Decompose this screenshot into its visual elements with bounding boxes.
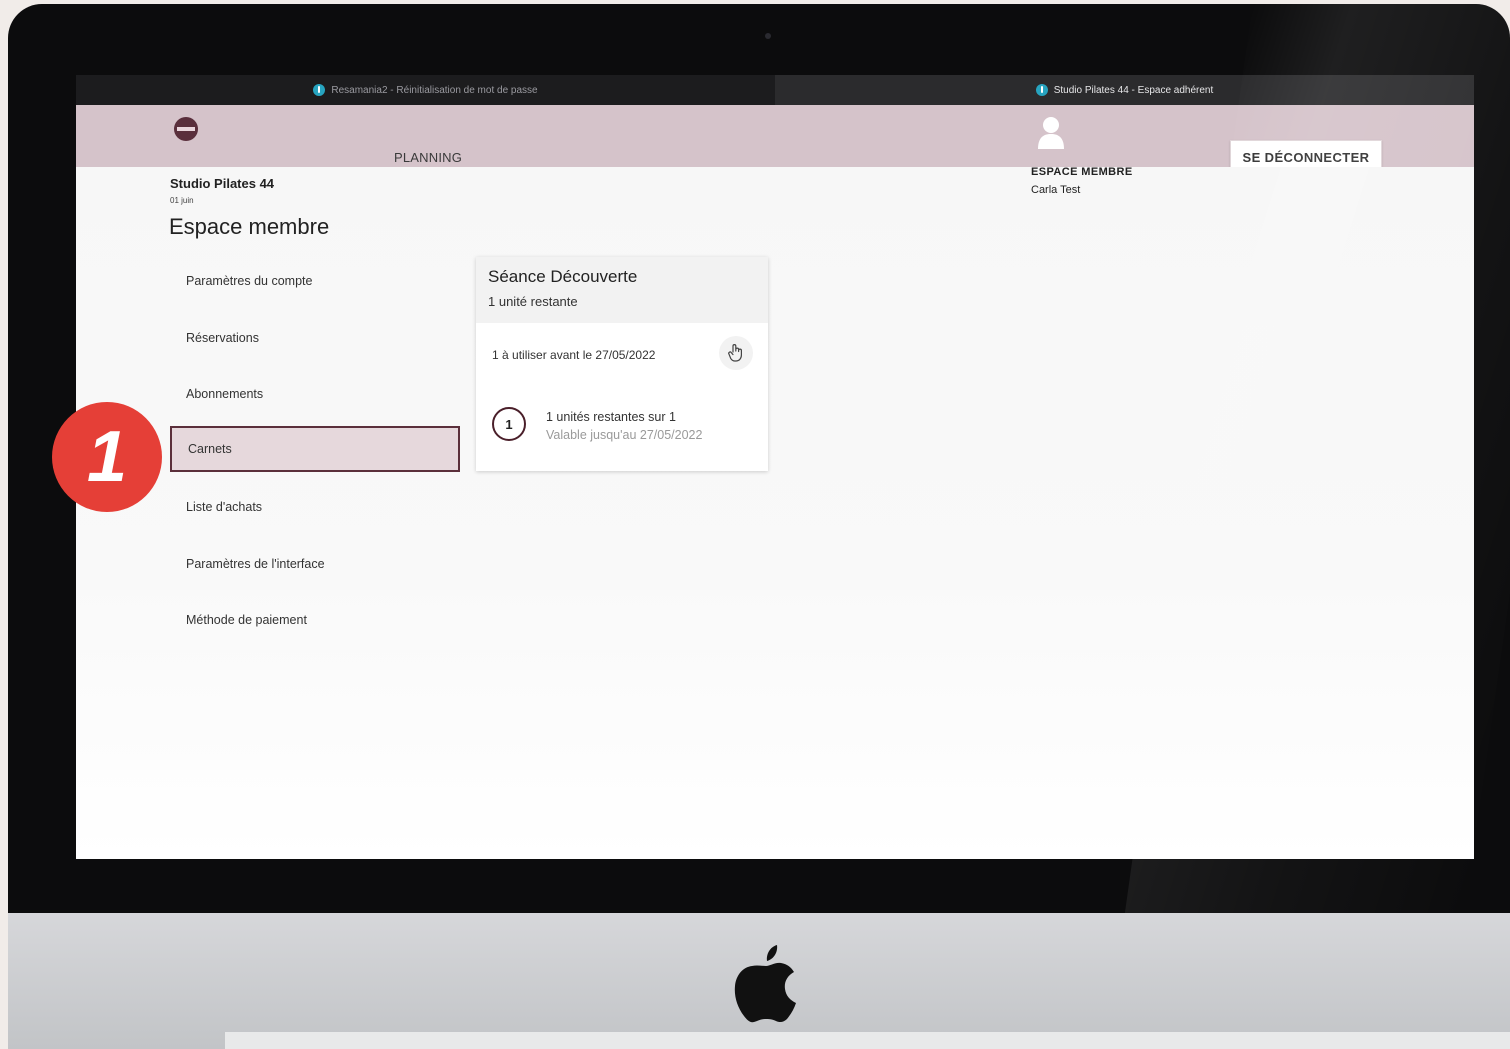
card-title: Séance Découverte bbox=[488, 267, 638, 286]
browser-tab-member-area[interactable]: Studio Pilates 44 - Espace adhérent bbox=[775, 75, 1474, 105]
pointing-hand-icon bbox=[728, 344, 742, 362]
sidebar-item-carnets[interactable]: Carnets bbox=[170, 426, 460, 472]
carnet-card: Séance Découverte 1 unité restante 1 à u… bbox=[476, 257, 768, 471]
browser-tab-reset-password[interactable]: Resamania2 - Réinitialisation de mot de … bbox=[76, 75, 775, 105]
screen: Resamania2 - Réinitialisation de mot de … bbox=[76, 75, 1474, 859]
sidebar-item-account-settings[interactable]: Paramètres du compte bbox=[170, 258, 460, 304]
user-avatar-icon[interactable] bbox=[1036, 115, 1066, 149]
book-session-button[interactable] bbox=[719, 336, 753, 370]
member-area-label: ESPACE MEMBRE bbox=[1031, 166, 1133, 178]
sidebar-item-reservations[interactable]: Réservations bbox=[170, 315, 460, 361]
app-header: PLANNING SE DÉCONNECTER bbox=[76, 105, 1474, 174]
remaining-count-circle: 1 bbox=[492, 407, 526, 441]
nav-planning[interactable]: PLANNING bbox=[394, 150, 462, 165]
studio-name: Studio Pilates 44 bbox=[170, 176, 275, 191]
card-deadline: 1 à utiliser avant le 27/05/2022 bbox=[492, 348, 656, 362]
apple-logo-icon bbox=[734, 945, 796, 1023]
studio-date: 01 juin bbox=[170, 196, 194, 205]
sidebar-item-interface-settings[interactable]: Paramètres de l'interface bbox=[170, 541, 460, 587]
tab-label: Resamania2 - Réinitialisation de mot de … bbox=[331, 84, 538, 96]
resamania-favicon-icon bbox=[313, 84, 326, 96]
desk-surface bbox=[225, 1032, 1510, 1049]
units-remaining-text: 1 unités restantes sur 1 bbox=[546, 410, 676, 424]
user-name: Carla Test bbox=[1031, 184, 1081, 196]
main-content: Studio Pilates 44 01 juin Espace membre … bbox=[76, 166, 1474, 859]
card-header: Séance Découverte 1 unité restante bbox=[476, 257, 768, 323]
card-subtitle: 1 unité restante bbox=[488, 294, 578, 309]
studio-logo[interactable] bbox=[174, 117, 198, 141]
page-title: Espace membre bbox=[169, 214, 330, 239]
resamania-favicon-icon bbox=[1035, 84, 1048, 96]
sidebar-item-purchase-list[interactable]: Liste d'achats bbox=[170, 484, 460, 530]
sidebar-item-payment-method[interactable]: Méthode de paiement bbox=[170, 597, 460, 643]
validity-text: Valable jusqu'au 27/05/2022 bbox=[546, 428, 703, 442]
browser-tab-bar: Resamania2 - Réinitialisation de mot de … bbox=[76, 75, 1474, 105]
step-number-badge: 1 bbox=[52, 402, 162, 512]
imac-chin bbox=[8, 913, 1510, 1049]
camera-dot bbox=[765, 33, 771, 39]
sidebar-item-subscriptions[interactable]: Abonnements bbox=[170, 371, 460, 417]
imac-device: Resamania2 - Réinitialisation de mot de … bbox=[8, 4, 1510, 1049]
tab-label: Studio Pilates 44 - Espace adhérent bbox=[1053, 84, 1214, 96]
